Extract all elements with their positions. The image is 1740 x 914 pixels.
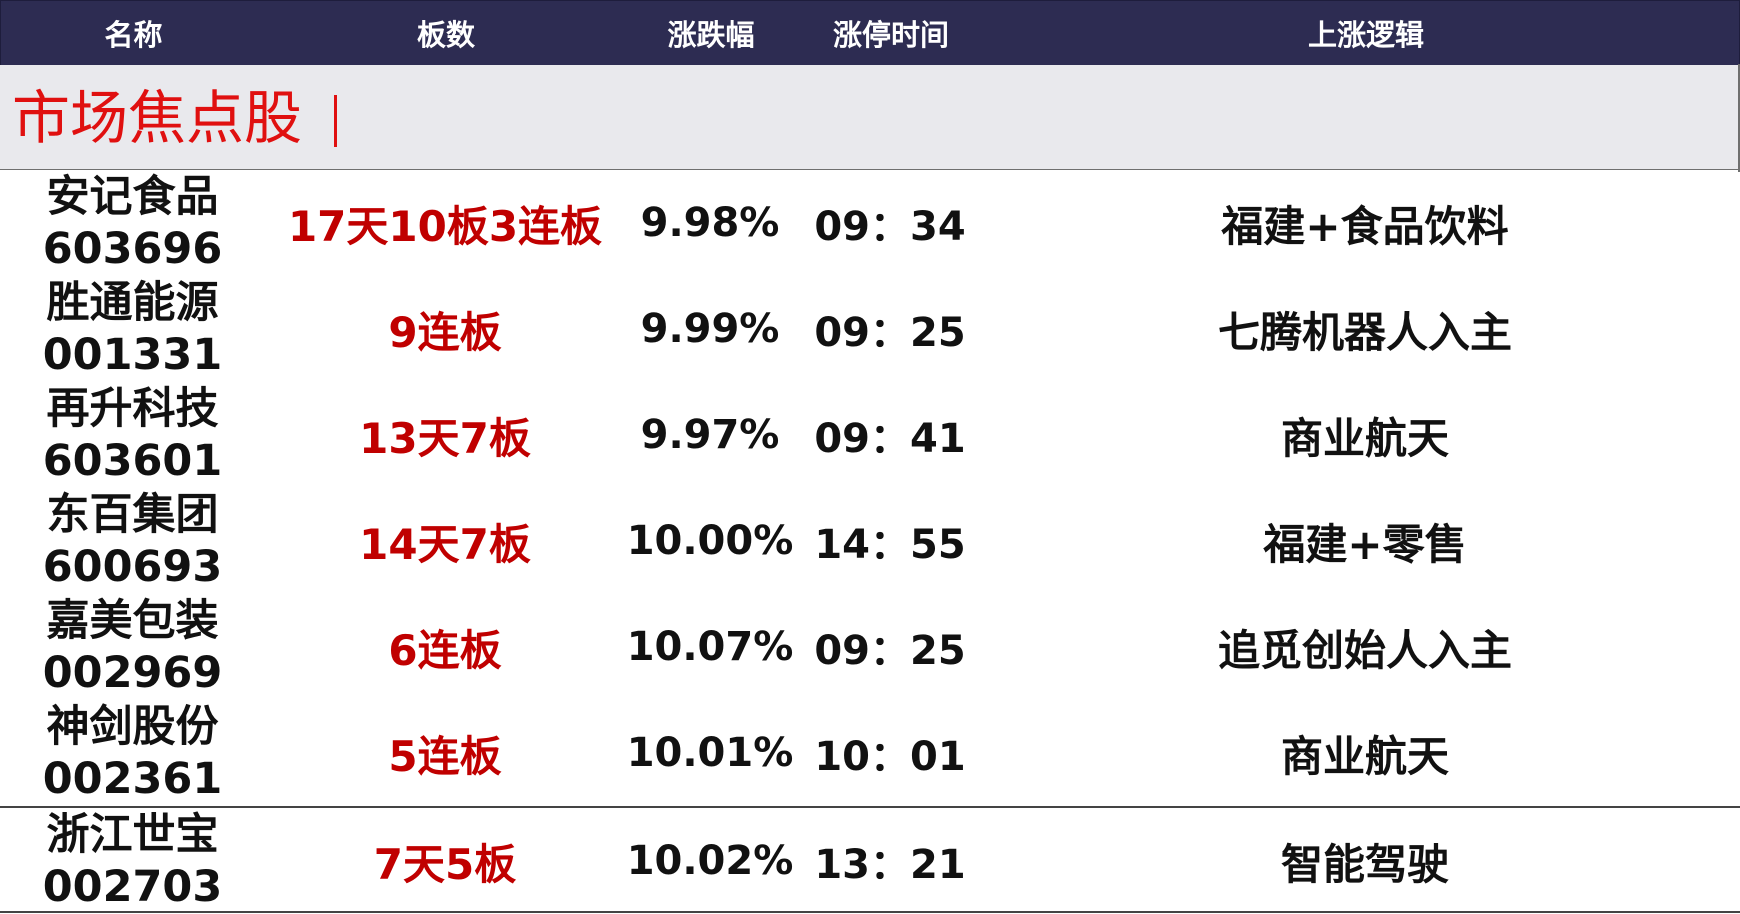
table-row: 东百集团 600693 14天7板 10.00% 14：55 福建+零售 (0, 488, 1740, 594)
change-percent: 10.02% (626, 838, 794, 884)
table-row: 浙江世宝 002703 7天5板 10.02% 13：21 智能驾驶 (0, 808, 1740, 914)
section-banner: 市场焦点股 (0, 65, 1738, 170)
table-row: 再升科技 603601 13天7板 9.97% 09：41 商业航天 (0, 382, 1740, 488)
limit-up-time: 09：34 (814, 204, 966, 250)
section-title: 市场焦点股 (12, 84, 303, 152)
stock-code: 001331 (42, 330, 223, 380)
change-percent: 9.97% (640, 412, 780, 458)
rise-logic: 商业航天 (1280, 731, 1449, 781)
table-row: 安记食品 603696 17天10板3连板 9.98% 09：34 福建+食品饮… (0, 170, 1740, 276)
stock-name: 浙江世宝 (46, 810, 219, 860)
change-percent: 10.07% (626, 624, 794, 670)
stock-code: 600693 (42, 542, 223, 592)
table-row: 胜通能源 001331 9连板 9.99% 09：25 七腾机器人入主 (0, 276, 1740, 382)
change-percent: 9.98% (640, 200, 780, 246)
limit-up-time: 09：25 (814, 310, 966, 356)
boards-count: 14天7板 (359, 519, 531, 569)
change-percent: 10.00% (626, 518, 794, 564)
limit-up-time: 10：01 (814, 734, 966, 780)
stock-name-cell: 东百集团 600693 (20, 488, 245, 594)
stock-code: 002703 (42, 862, 223, 912)
rise-logic: 福建+零售 (1263, 519, 1467, 569)
boards-count: 5连板 (388, 731, 502, 781)
limit-up-time: 09：25 (814, 628, 966, 674)
header-limit-time: 涨停时间 (832, 18, 949, 52)
boards-count: 13天7板 (359, 413, 531, 463)
table-bottom-border (0, 911, 1740, 913)
limit-up-time: 14：55 (814, 522, 966, 568)
stock-focus-sheet: 名称 板数 涨跌幅 涨停时间 上涨逻辑 市场焦点股 安记食品 603696 17… (0, 0, 1740, 914)
table-row: 嘉美包装 002969 6连板 10.07% 09：25 追觅创始人入主 (0, 594, 1740, 700)
stock-rows: 安记食品 603696 17天10板3连板 9.98% 09：34 福建+食品饮… (0, 170, 1740, 914)
rise-logic: 福建+食品饮料 (1221, 201, 1509, 251)
change-percent: 9.99% (640, 306, 780, 352)
header-change: 涨跌幅 (667, 18, 755, 52)
table-row: 神剑股份 002361 5连板 10.01% 10：01 商业航天 (0, 700, 1740, 806)
stock-code: 002969 (42, 648, 223, 698)
stock-name: 嘉美包装 (46, 596, 219, 646)
stock-name-cell: 浙江世宝 002703 (20, 808, 245, 914)
stock-name: 神剑股份 (46, 702, 219, 752)
header-boards: 板数 (416, 18, 475, 52)
rise-logic: 七腾机器人入主 (1217, 307, 1512, 357)
rise-logic: 商业航天 (1280, 413, 1449, 463)
limit-up-time: 09：41 (814, 416, 966, 462)
boards-count: 9连板 (388, 307, 502, 357)
stock-code: 603601 (42, 436, 223, 486)
stock-name: 再升科技 (46, 384, 219, 434)
boards-count: 17天10板3连板 (287, 201, 603, 251)
stock-code: 002361 (42, 754, 223, 804)
rise-logic: 追觅创始人入主 (1217, 625, 1512, 675)
table-header: 名称 板数 涨跌幅 涨停时间 上涨逻辑 (0, 0, 1740, 66)
header-name: 名称 (104, 18, 163, 52)
rise-logic: 智能驾驶 (1280, 839, 1449, 889)
stock-name-cell: 神剑股份 002361 (20, 700, 245, 806)
stock-code: 603696 (42, 224, 223, 274)
stock-name: 胜通能源 (46, 278, 219, 328)
change-percent: 10.01% (626, 730, 794, 776)
boards-count: 6连板 (388, 625, 502, 675)
boards-count: 7天5板 (373, 839, 517, 889)
stock-name-cell: 嘉美包装 002969 (20, 594, 245, 700)
header-logic: 上涨逻辑 (1307, 18, 1424, 52)
stock-name-cell: 胜通能源 001331 (20, 276, 245, 382)
stock-name-cell: 再升科技 603601 (20, 382, 245, 488)
stock-name-cell: 安记食品 603696 (20, 170, 245, 276)
section-title-bar (334, 95, 337, 147)
stock-name: 安记食品 (46, 172, 219, 222)
stock-name: 东百集团 (46, 490, 219, 540)
limit-up-time: 13：21 (814, 842, 966, 888)
